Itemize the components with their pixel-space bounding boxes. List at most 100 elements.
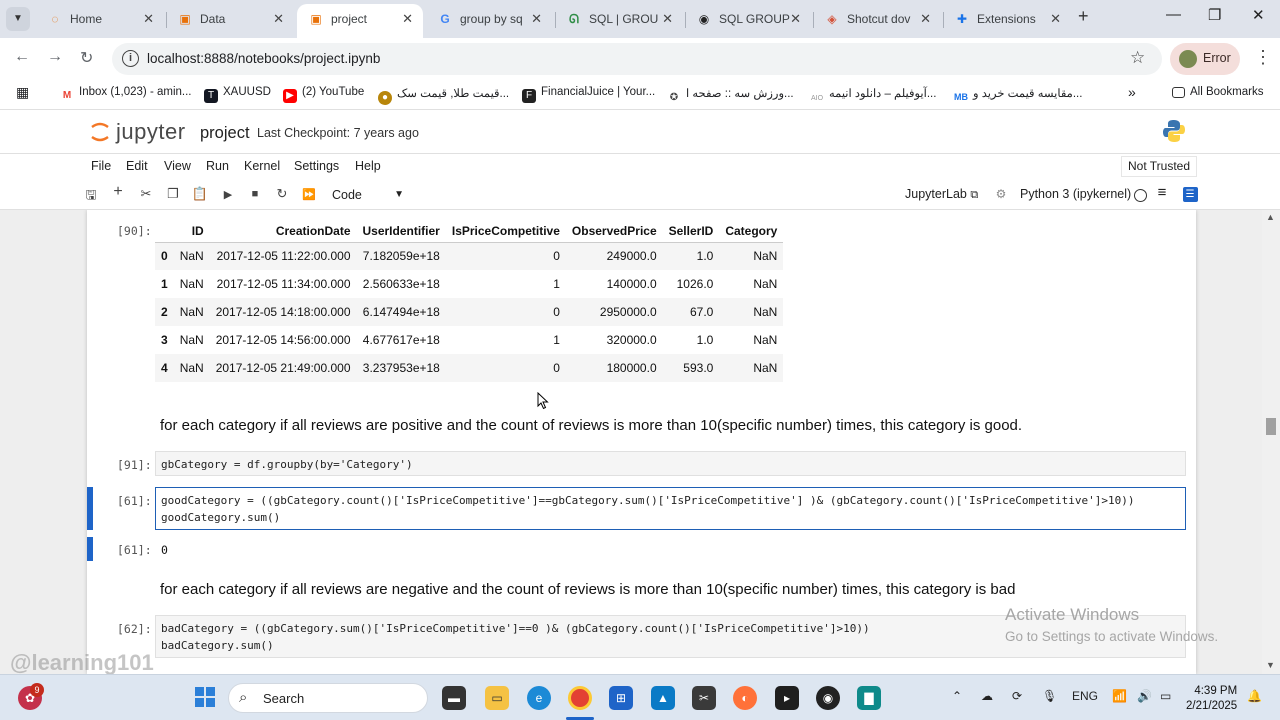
menu-kernel[interactable]: Kernel	[244, 159, 280, 173]
stop-icon[interactable]: ■	[246, 188, 264, 200]
close-icon[interactable]: ✕	[1050, 4, 1061, 34]
bookmark-price-compare[interactable]: MB مقایسه قیمت خرید و...	[954, 86, 1082, 104]
file-explorer-icon[interactable]: ▭	[485, 686, 509, 710]
cmd-icon[interactable]: ▸	[775, 686, 799, 710]
bookmark-youtube[interactable]: ▶ (2) YouTube	[283, 86, 364, 103]
avatar	[1179, 50, 1197, 68]
scroll-down-icon[interactable]: ▼	[1266, 660, 1275, 670]
bookmark-xauusd[interactable]: T XAUUSD	[204, 86, 271, 103]
terminal-icon[interactable]: ▬	[442, 686, 466, 710]
forward-arrow-icon[interactable]: →	[47, 48, 63, 66]
notification-bell-icon[interactable]: 🔔	[1247, 689, 1262, 703]
close-icon[interactable]: ✕	[531, 4, 542, 34]
firefox-icon[interactable]: ◐	[733, 686, 757, 710]
restart-icon[interactable]: ↻	[273, 186, 291, 202]
tab-shotcut[interactable]: ◈ Shotcut dov ✕	[813, 4, 941, 38]
browser-menu-icon[interactable]: ⋮	[1254, 47, 1272, 68]
menu-file[interactable]: File	[91, 159, 111, 173]
tab-group-by-sql[interactable]: G group by sq ✕	[426, 4, 552, 38]
tab-extensions[interactable]: ✚ Extensions ✕	[943, 4, 1071, 38]
battery-icon[interactable]: ▭	[1160, 689, 1171, 703]
bookmark-financialjuice[interactable]: F FinancialJuice | Your...	[522, 86, 655, 103]
cell-type-select[interactable]: Code ▼	[324, 184, 410, 206]
close-icon[interactable]: ✕	[790, 4, 801, 34]
markdown-cell-good[interactable]: for each category if all reviews are pos…	[160, 417, 1022, 434]
windows-start-icon[interactable]	[193, 686, 217, 710]
tab-search-chevron-icon[interactable]: ▼	[6, 7, 30, 31]
paste-icon[interactable]: 📋	[191, 186, 209, 202]
apps-grid-icon[interactable]: ▦	[16, 84, 29, 101]
notebook-name[interactable]: project	[200, 124, 250, 143]
volume-icon[interactable]: 🔊	[1137, 689, 1152, 703]
close-icon[interactable]: ✕	[920, 4, 931, 34]
jupyter-logo-icon[interactable]	[90, 121, 110, 143]
cut-icon[interactable]: ✂	[137, 186, 155, 202]
menu-run[interactable]: Run	[206, 159, 229, 173]
close-icon[interactable]: ✕	[143, 4, 154, 34]
chrome-icon[interactable]	[568, 686, 592, 710]
hamburger-menu-icon[interactable]: ≡	[1153, 184, 1171, 201]
restore-icon[interactable]: ❐	[1208, 6, 1221, 24]
microphone-icon[interactable]: 🎙	[1042, 689, 1057, 703]
reload-icon[interactable]: ↻	[80, 48, 93, 68]
code-cell-91[interactable]: gbCategory = df.groupby(by='Category')	[155, 451, 1186, 476]
run-icon[interactable]: ▶	[219, 188, 237, 201]
store-icon[interactable]: ⊞	[609, 686, 633, 710]
window-close-icon[interactable]: ✕	[1252, 6, 1265, 24]
scrollbar-thumb[interactable]	[1266, 418, 1276, 435]
tab-sql-group-w3[interactable]: ◉ SQL GROUP ✕	[685, 4, 811, 38]
bookmark-gmail[interactable]: M Inbox (1,023) - amin...	[60, 86, 192, 103]
fast-forward-icon[interactable]: ⏩	[300, 188, 318, 201]
photos-icon[interactable]: ▲	[651, 686, 675, 710]
edge-icon[interactable]: e	[527, 686, 551, 710]
back-arrow-icon[interactable]: ←	[14, 48, 30, 66]
save-icon[interactable]: 🖫	[82, 186, 100, 208]
new-tab-plus-icon[interactable]: +	[1078, 6, 1089, 27]
capcut-icon[interactable]: ✂	[692, 686, 716, 710]
scroll-up-icon[interactable]: ▲	[1266, 212, 1275, 222]
tab-sql-group[interactable]: ᘏ SQL | GROU ✕	[555, 4, 683, 38]
tab-project[interactable]: ▣ project ✕	[297, 4, 423, 38]
close-icon[interactable]: ✕	[273, 4, 284, 34]
jupyter-logo-text[interactable]: jupyter	[116, 119, 186, 145]
menu-settings[interactable]: Settings	[294, 159, 339, 173]
profile-error-button[interactable]: Error	[1170, 43, 1240, 75]
all-bookmarks[interactable]: All Bookmarks	[1172, 86, 1264, 98]
chevron-right-icon[interactable]: »	[1128, 84, 1136, 100]
close-icon[interactable]: ✕	[402, 4, 413, 34]
tab-data[interactable]: ▣ Data ✕	[166, 4, 294, 38]
settings-gear-icon[interactable]: ⚙	[992, 187, 1010, 201]
add-cell-icon[interactable]: +	[109, 183, 127, 201]
open-jupyterlab-button[interactable]: JupyterLab ⧉	[905, 187, 978, 202]
table-of-contents-icon[interactable]: ☰	[1181, 185, 1199, 202]
tab-home[interactable]: ◌ Home ✕	[36, 4, 164, 38]
last-checkpoint: Last Checkpoint: 7 years ago	[257, 126, 419, 140]
language-indicator[interactable]: ENG	[1072, 689, 1098, 703]
wifi-icon[interactable]: 📶	[1112, 689, 1127, 703]
copy-icon[interactable]: ❐	[164, 186, 182, 202]
close-icon[interactable]: ✕	[662, 4, 673, 34]
app-icon[interactable]: ▇	[857, 686, 881, 710]
url-text[interactable]: localhost:8888/notebooks/project.ipynb	[147, 51, 380, 66]
bookmark-star-icon[interactable]: ☆	[1130, 48, 1145, 68]
onedrive-cloud-icon[interactable]: ☁	[981, 689, 993, 703]
minimize-icon[interactable]: —	[1166, 6, 1181, 23]
obs-icon[interactable]: ◉	[816, 686, 840, 710]
menu-view[interactable]: View	[164, 159, 191, 173]
menu-edit[interactable]: Edit	[126, 159, 148, 173]
bookmark-varzesh3[interactable]: ✪ ورزش سه :: صفحه ا...	[667, 86, 794, 105]
sync-icon[interactable]: ⟳	[1012, 689, 1022, 703]
taskbar-search[interactable]: ⌕ Search	[228, 683, 428, 713]
vertical-scrollbar[interactable]: ▲ ▼	[1262, 210, 1280, 674]
bookmark-aiofilm[interactable]: AIO آیوفیلم – دانلود انیمه...	[810, 86, 936, 106]
kernel-name[interactable]: Python 3 (ipykernel)	[1020, 187, 1131, 201]
taskbar-clock[interactable]: 4:39 PM 2/21/2025	[1186, 684, 1237, 714]
menu-help[interactable]: Help	[355, 159, 381, 173]
bookmark-gold-price[interactable]: ● قیمت طلا, قیمت سک...	[378, 86, 509, 105]
markdown-cell-bad[interactable]: for each category if all reviews are neg…	[160, 581, 1015, 598]
chevron-up-icon[interactable]: ⌃	[952, 689, 962, 703]
address-bar[interactable]: i localhost:8888/notebooks/project.ipynb…	[112, 43, 1162, 75]
trust-indicator[interactable]: Not Trusted	[1121, 156, 1197, 177]
site-info-icon[interactable]: i	[122, 50, 139, 67]
code-cell-61[interactable]: goodCategory = ((gbCategory.count()['IsP…	[155, 487, 1186, 530]
